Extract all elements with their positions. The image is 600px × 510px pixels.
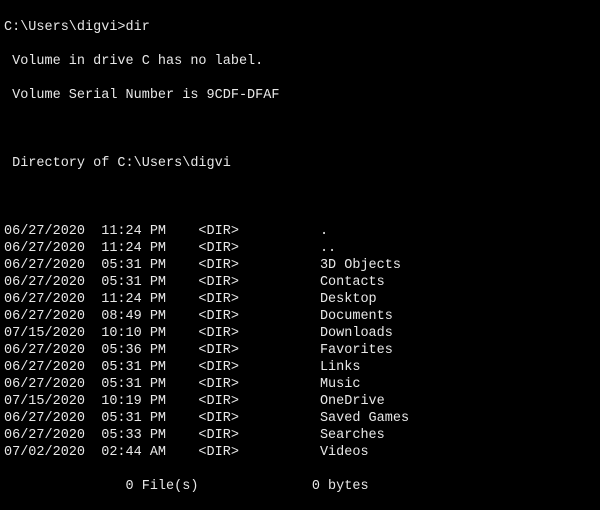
dir-entry: 06/27/2020 05:31 PM <DIR> 3D Objects — [4, 257, 596, 274]
directory-of-line: Directory of C:\Users\digvi — [4, 155, 596, 172]
dir-entry: 06/27/2020 05:31 PM <DIR> Contacts — [4, 274, 596, 291]
dir-entry: 06/27/2020 05:31 PM <DIR> Links — [4, 359, 596, 376]
dir-entry: 06/27/2020 11:24 PM <DIR> . — [4, 223, 596, 240]
prompt-path: C:\Users\digvi — [4, 20, 117, 35]
summary-files: 0 File(s) 0 bytes — [4, 478, 596, 495]
dir-entry: 07/02/2020 02:44 AM <DIR> Videos — [4, 444, 596, 461]
prompt-line: C:\Users\digvi>dir — [4, 19, 596, 36]
blank-line — [4, 189, 596, 206]
command-text: dir — [126, 20, 150, 35]
dir-entry: 06/27/2020 05:31 PM <DIR> Music — [4, 376, 596, 393]
serial-line: Volume Serial Number is 9CDF-DFAF — [4, 87, 596, 104]
blank-line — [4, 121, 596, 138]
terminal[interactable]: C:\Users\digvi>dir Volume in drive C has… — [0, 0, 600, 510]
dir-entry: 06/27/2020 08:49 PM <DIR> Documents — [4, 308, 596, 325]
directory-listing: 06/27/2020 11:24 PM <DIR> .06/27/2020 11… — [4, 223, 596, 461]
dir-entry: 07/15/2020 10:10 PM <DIR> Downloads — [4, 325, 596, 342]
dir-entry: 06/27/2020 05:33 PM <DIR> Searches — [4, 427, 596, 444]
dir-entry: 06/27/2020 05:31 PM <DIR> Saved Games — [4, 410, 596, 427]
dir-entry: 06/27/2020 05:36 PM <DIR> Favorites — [4, 342, 596, 359]
volume-line: Volume in drive C has no label. — [4, 53, 596, 70]
dir-entry: 06/27/2020 11:24 PM <DIR> Desktop — [4, 291, 596, 308]
dir-entry: 06/27/2020 11:24 PM <DIR> .. — [4, 240, 596, 257]
dir-entry: 07/15/2020 10:19 PM <DIR> OneDrive — [4, 393, 596, 410]
